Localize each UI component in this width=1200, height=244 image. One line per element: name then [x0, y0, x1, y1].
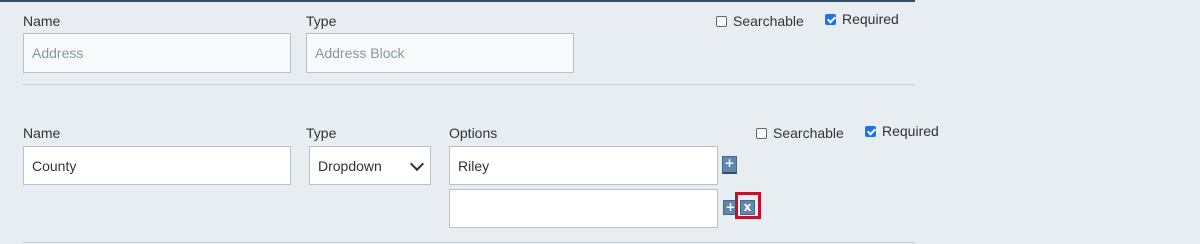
field2-type-select[interactable]: Dropdown: [309, 146, 431, 185]
field2-searchable-label: Searchable: [773, 125, 844, 141]
section-top-border: [0, 0, 915, 2]
field1-name-input[interactable]: Address: [23, 33, 291, 73]
field2-required-box[interactable]: [865, 125, 876, 137]
field1-searchable-box[interactable]: [716, 15, 727, 27]
field2-searchable-box[interactable]: [756, 127, 767, 139]
field1-name-label: Name: [23, 13, 61, 29]
field2-required-label: Required: [882, 123, 939, 139]
field1-searchable-checkbox[interactable]: Searchable: [716, 13, 804, 29]
field2-required-checkbox[interactable]: Required: [865, 123, 939, 139]
field2-type-label: Type: [306, 125, 337, 141]
remove-option-highlight: [735, 192, 761, 219]
field1-required-box[interactable]: [825, 13, 836, 25]
field2-searchable-checkbox[interactable]: Searchable: [756, 125, 844, 141]
option-input-1[interactable]: Riley: [449, 146, 718, 185]
field1-type-label: Type: [306, 13, 337, 29]
add-option-button-1[interactable]: +: [722, 156, 737, 174]
field-divider: [23, 84, 915, 85]
field2-name-input[interactable]: County: [23, 146, 291, 185]
field1-required-label: Required: [842, 11, 899, 27]
field2-name-label: Name: [23, 125, 61, 141]
option-input-2[interactable]: [449, 189, 718, 228]
field1-required-checkbox[interactable]: Required: [825, 11, 899, 27]
field2-type-selected: Dropdown: [318, 157, 382, 174]
field1-searchable-label: Searchable: [733, 13, 804, 29]
field2-options-label: Options: [449, 125, 498, 141]
field1-type-input[interactable]: Address Block: [306, 33, 574, 73]
chevron-down-icon: [409, 156, 425, 171]
field-divider-bottom: [23, 242, 915, 243]
